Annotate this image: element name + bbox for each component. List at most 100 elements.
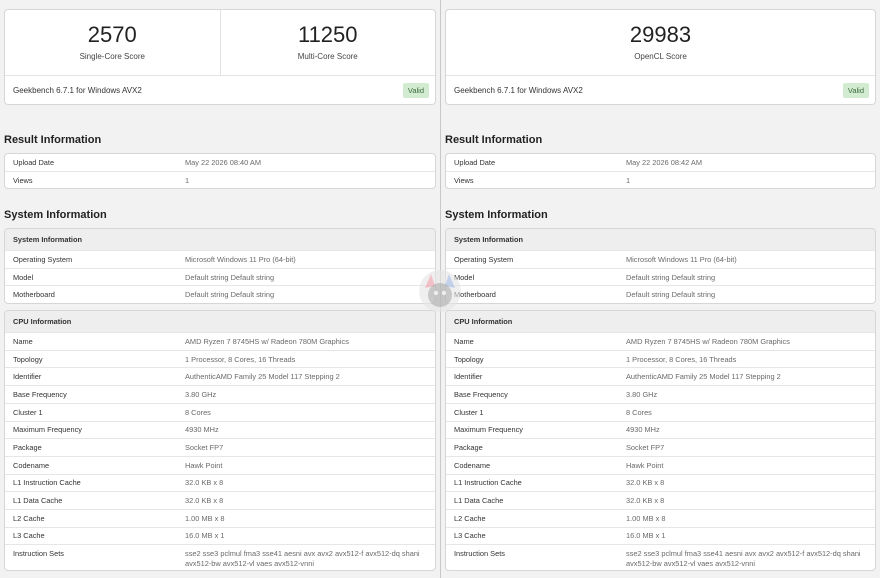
opencl-score: 29983 OpenCL Score [446,10,875,75]
row-key: L3 Cache [13,531,45,541]
row-value: 3.80 GHz [185,389,217,399]
row-value: May 22 2026 08:42 AM [626,158,703,167]
table-row: Codename Hawk Point [446,455,875,474]
row-value: AuthenticAMD Family 25 Model 117 Steppin… [626,372,781,382]
score-value: 11250 [297,22,358,47]
row-value: Microsoft Windows 11 Pro (64-bit) [185,254,296,264]
table-row: Base Frequency 3.80 GHz [5,385,435,403]
row-key: Identifier [454,372,483,382]
table-row: L2 Cache 1.00 MB x 8 [446,508,875,527]
table-header: CPU Information [446,311,875,333]
row-value: 1 [626,175,631,185]
row-key: Cluster 1 [454,407,484,417]
row-value: sse2 sse3 pclmul fma3 sse41 aesni avx av… [185,549,420,568]
row-key: Motherboard [454,290,496,300]
row-key: L1 Data Cache [13,496,63,506]
row-value: Default string Default string [626,272,716,282]
result-information-title: Result Information [4,134,102,146]
valid-badge: Valid [842,83,869,98]
row-value: 1 Processor, 8 Cores, 16 Threads [185,354,296,364]
row-value: 1.00 MB x 8 [626,513,666,523]
table-row: Operating System Microsoft Windows 11 Pr… [446,250,875,268]
row-value: Default string Default string [626,290,716,300]
row-value: 16.0 MB x 1 [185,531,225,541]
row-value: 8 Cores [185,407,211,417]
left-result-column: 2570 Single-Core Score 11250 Multi-Core … [0,0,440,578]
table-row: Name AMD Ryzen 7 8745HS w/ Radeon 780M Gr… [5,332,435,350]
table-row: Base Frequency 3.80 GHz [446,385,875,403]
row-value: 32.0 KB x 8 [185,478,224,488]
row-key: Instruction Sets [454,549,505,559]
row-key: L2 Cache [13,513,45,523]
row-key: Base Frequency [454,389,508,399]
row-key: L1 Instruction Cache [454,478,522,488]
table-row: L3 Cache 16.0 MB x 1 [446,526,875,545]
version-row: Geekbench 6.7.1 for Windows AVX2 Valid [446,76,875,104]
row-value: 1 Processor, 8 Cores, 16 Threads [626,354,737,364]
version-row: Geekbench 6.7.1 for Windows AVX2 Valid [5,76,435,104]
score-label: OpenCL Score [634,52,687,61]
row-key: Codename [454,460,491,470]
row-key: Instruction Sets [13,549,64,559]
row-key: Model [13,272,34,282]
row-key: Maximum Frequency [13,425,82,435]
table-row: Package Socket FP7 [446,438,875,456]
row-key: Maximum Frequency [454,425,523,435]
row-key: Motherboard [13,290,55,300]
table-row: Operating System Microsoft Windows 11 Pr… [5,250,435,268]
table-row: Upload Date May 22 2026 08:40 AM [5,154,435,171]
valid-badge: Valid [402,83,429,98]
table-row: Cluster 1 8 Cores [5,402,435,421]
result-information-table: Upload Date May 22 2026 08:42 AM Views 1 [445,153,876,189]
table-row: Name AMD Ryzen 7 8745HS w/ Radeon 780M Gr… [446,332,875,350]
row-value: AMD Ryzen 7 8745HS w/ Radeon 780M Graphi… [626,336,790,346]
row-value: May 22 2026 08:40 AM [185,158,262,167]
multi-core-score: 11250 Multi-Core Score [219,10,436,75]
row-key: L1 Data Cache [454,496,504,506]
row-key: Name [454,336,474,346]
row-key: Views [13,175,33,185]
row-value: 32.0 KB x 8 [626,496,665,506]
row-key: Cluster 1 [13,407,43,417]
row-value: AMD Ryzen 7 8745HS w/ Radeon 780M Graphi… [185,336,349,346]
row-value: Default string Default string [185,272,275,282]
result-information-title: Result Information [445,134,543,146]
row-value: 4930 MHz [185,425,219,435]
table-header: System Information [446,229,875,250]
system-information-title: System Information [445,209,548,221]
table-row: Codename Hawk Point [5,455,435,474]
table-row: Instruction Sets sse2 sse3 pclmul fma3 ss… [446,544,875,570]
right-result-column: 29983 OpenCL Score Geekbench 6.7.1 for W… [440,0,880,578]
row-key: Topology [454,354,484,364]
score-card: 2570 Single-Core Score 11250 Multi-Core … [4,9,436,105]
score-value: 2570 [87,22,137,47]
score-label: Single-Core Score [79,52,145,61]
version-text: Geekbench 6.7.1 for Windows AVX2 [13,86,142,95]
row-key: Operating System [454,254,514,264]
row-value: 16.0 MB x 1 [626,531,666,541]
cpu-information-table: CPU Information Name AMD Ryzen 7 8745HS w… [4,310,436,572]
row-value: 1.00 MB x 8 [185,513,225,523]
row-key: Views [454,175,474,185]
version-text: Geekbench 6.7.1 for Windows AVX2 [454,86,583,95]
row-key: Codename [13,460,50,470]
table-row: L1 Data Cache 32.0 KB x 8 [446,491,875,509]
result-information-table: Upload Date May 22 2026 08:40 AM Views 1 [4,153,436,189]
system-information-table: System Information Operating System Micr… [445,228,876,305]
score-row: 2570 Single-Core Score 11250 Multi-Core … [5,10,435,76]
row-value: Socket FP7 [185,443,224,453]
table-header: CPU Information [5,311,435,333]
row-value: 32.0 KB x 8 [185,496,224,506]
row-value: Socket FP7 [626,443,665,453]
row-value: 32.0 KB x 8 [626,478,665,488]
row-key: Topology [13,354,43,364]
score-value: 29983 [629,22,692,47]
table-row: Views 1 [5,171,435,188]
table-row: Instruction Sets sse2 sse3 pclmul fma3 ss… [5,544,435,570]
table-row: Cluster 1 8 Cores [446,402,875,421]
row-key: Package [13,443,42,453]
row-key: L3 Cache [454,531,486,541]
system-information-table: System Information Operating System Micr… [4,228,436,305]
table-row: Model Default string Default string [446,267,875,286]
row-value: sse2 sse3 pclmul fma3 sse41 aesni avx av… [626,549,861,568]
